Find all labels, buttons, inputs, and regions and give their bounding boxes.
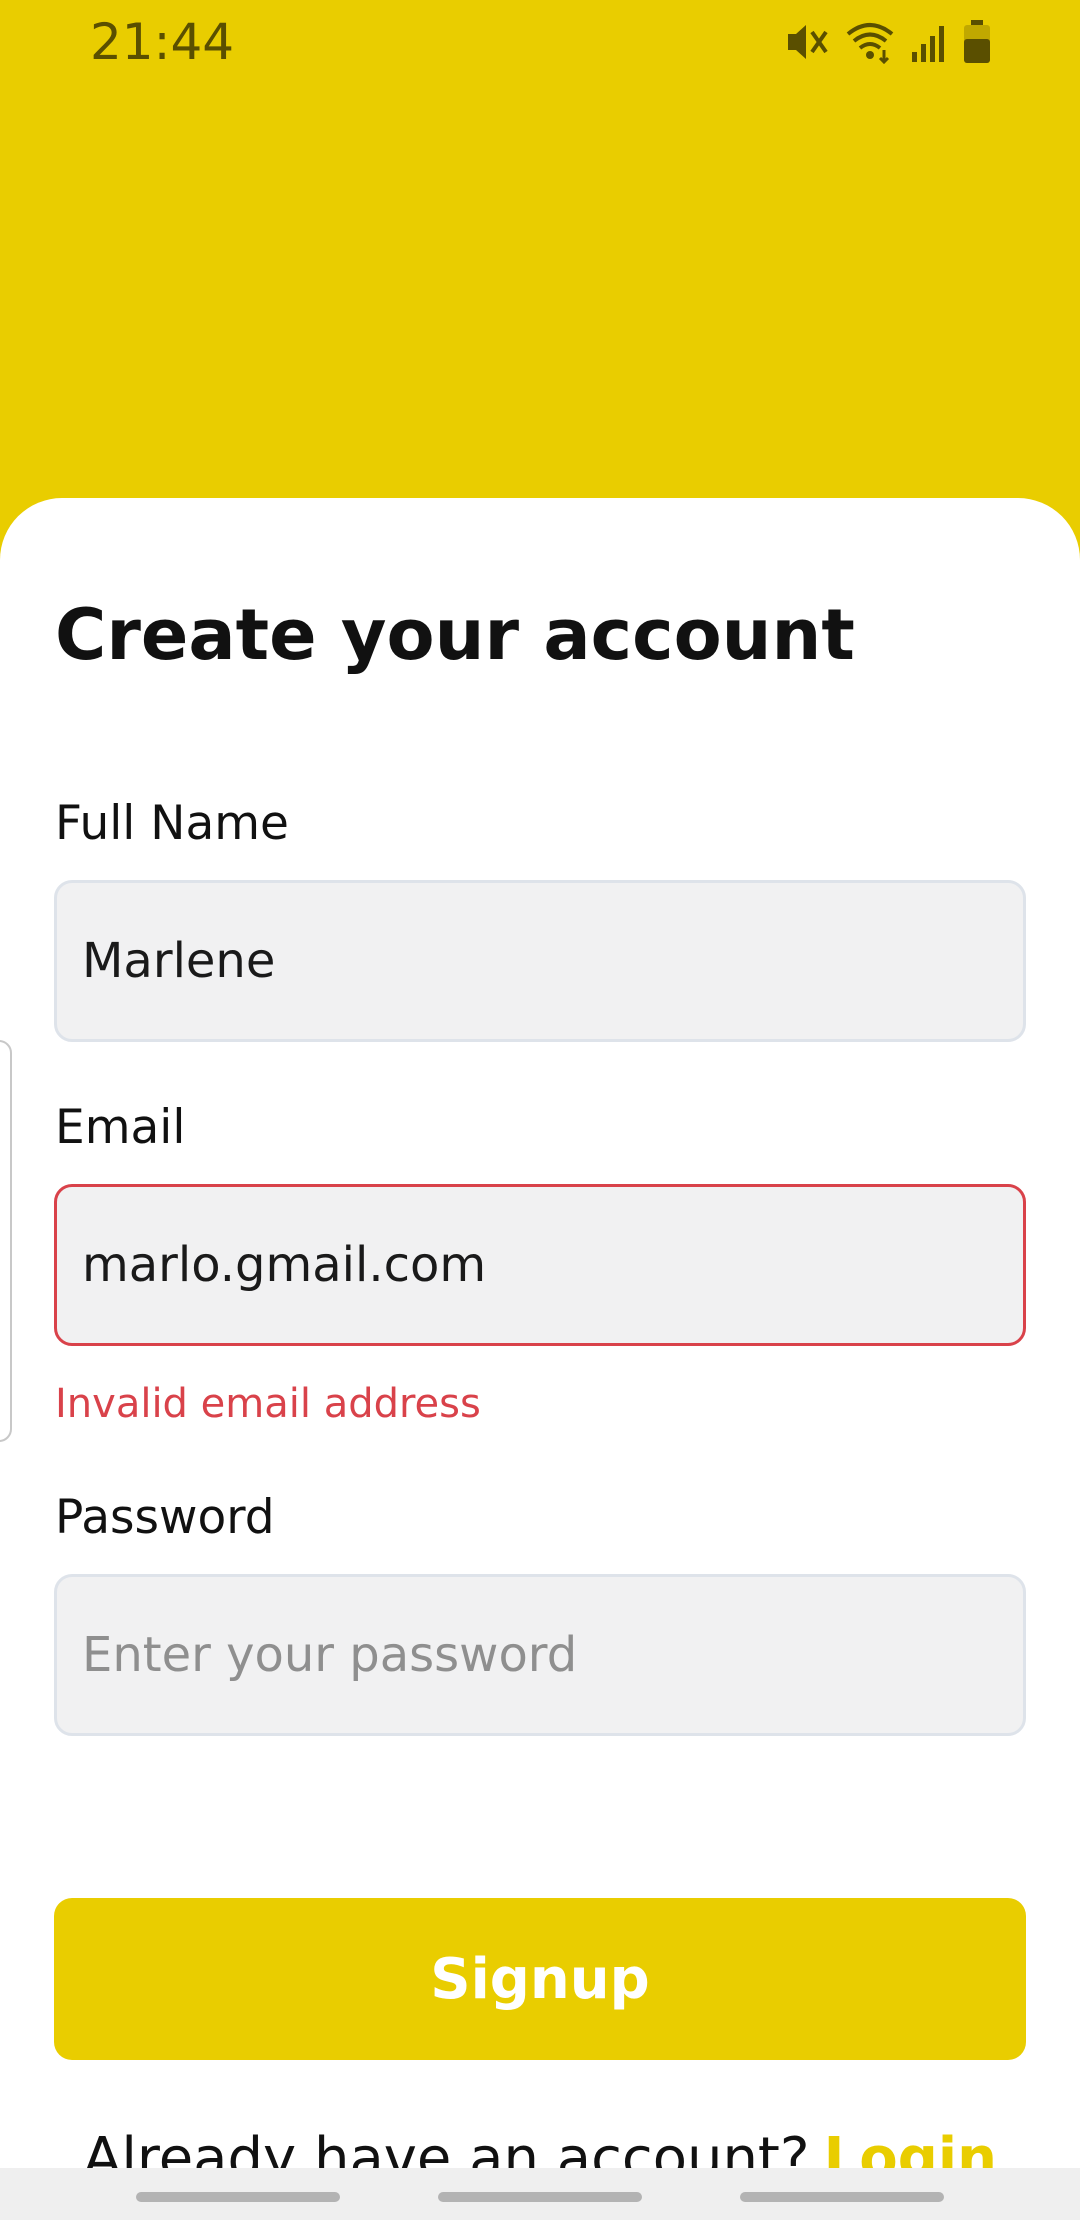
battery-icon [962, 19, 992, 65]
status-time: 21:44 [90, 13, 235, 71]
nav-home-pill[interactable] [438, 2192, 642, 2202]
email-input[interactable] [54, 1184, 1026, 1346]
status-bar: 21:44 [0, 0, 1080, 84]
nav-back-pill[interactable] [740, 2192, 944, 2202]
edge-panel-handle[interactable] [0, 1040, 12, 1442]
wifi-icon [844, 20, 896, 64]
password-label: Password [55, 1490, 275, 1545]
nav-recents-pill[interactable] [136, 2192, 340, 2202]
email-label: Email [55, 1100, 186, 1155]
password-input[interactable] [54, 1574, 1026, 1736]
signup-button[interactable]: Signup [54, 1898, 1026, 2060]
full-name-label: Full Name [55, 796, 289, 851]
mute-icon [784, 20, 830, 64]
navigation-bar [0, 2168, 1080, 2220]
page-title: Create your account [55, 594, 855, 676]
status-icons [784, 18, 992, 66]
signal-icon [910, 20, 948, 64]
email-error-message: Invalid email address [55, 1381, 481, 1427]
full-name-input[interactable] [54, 880, 1026, 1042]
